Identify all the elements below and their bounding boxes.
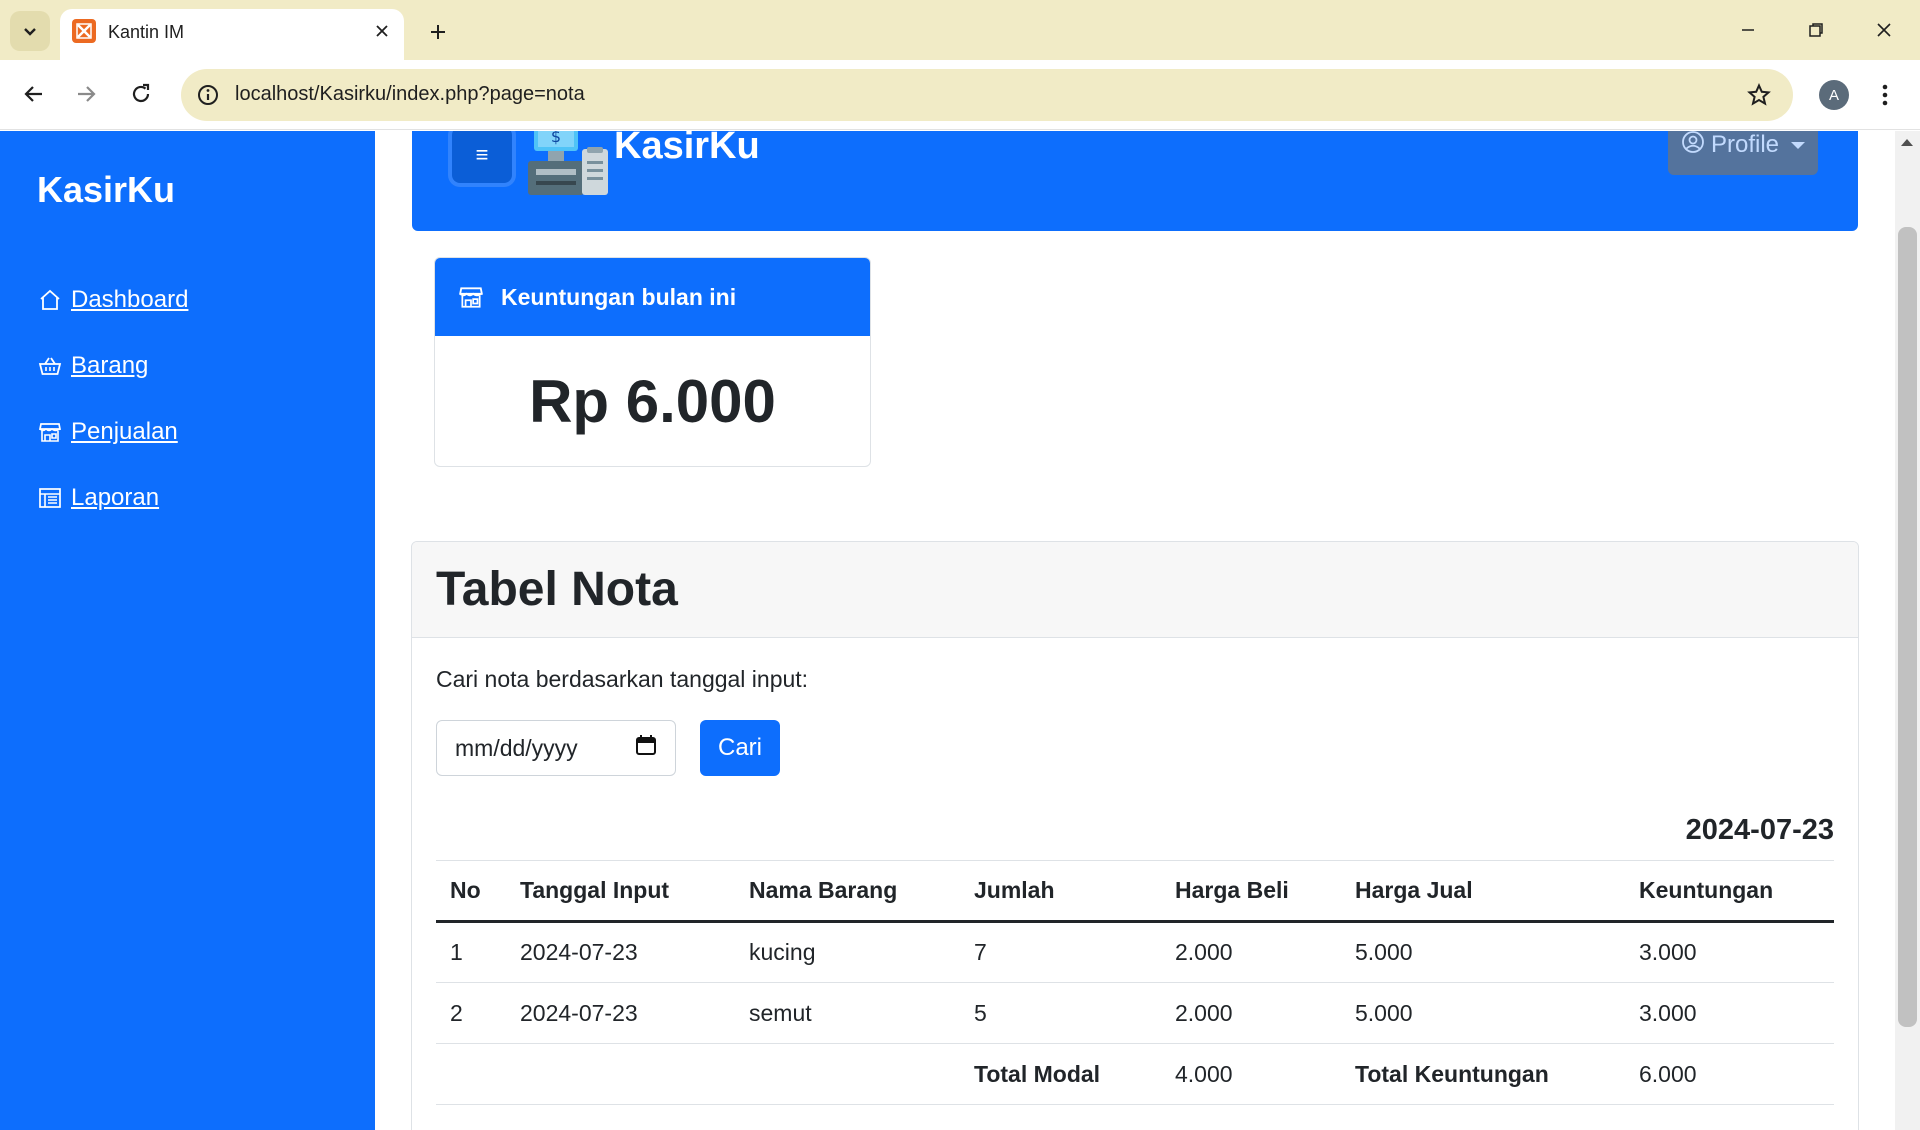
profit-card-header: Keuntungan bulan ini [435,258,870,336]
column-header: Harga Beli [1161,860,1341,923]
caret-down-icon [1791,141,1806,149]
table-cell: 2.000 [1161,921,1341,983]
top-navbar: ≡ $ KasirKu Profile [412,131,1858,231]
nota-card-title: Tabel Nota [412,542,1858,638]
column-header: Tanggal Input [506,860,735,923]
reload-icon[interactable] [123,76,159,112]
table-cell: 3.000 [1625,921,1834,983]
table-total-row: Total Modal 4.000 Total Keuntungan 6.000 [436,1043,1834,1105]
date-input-placeholder: mm/dd/yyyy [455,734,578,761]
scroll-up-arrow-icon[interactable] [1901,139,1913,146]
table-cell [506,1043,735,1105]
sidebar-item-label: Laporan [71,484,160,511]
sidebar-item-penjualan[interactable]: Penjualan [37,418,178,446]
date-search-label: Cari nota berdasarkan tanggal input: [436,666,809,692]
table-cell: 2 [436,982,506,1044]
column-header: Keuntungan [1625,860,1834,923]
table-cell [735,1043,960,1105]
selected-date-heading: 2024-07-23 [1685,814,1834,846]
home-icon [37,287,63,313]
tab-title: Kantin IM [108,22,185,42]
profile-dropdown-button[interactable]: Profile [1668,131,1818,175]
column-header: No [436,860,506,923]
sidebar-item-barang[interactable]: Barang [37,352,148,380]
table-header-row: No Tanggal Input Nama Barang Jumlah Harg… [436,860,1834,923]
forward-icon[interactable] [68,76,104,112]
profit-value: Rp 6.000 [529,367,776,435]
table-cell: 1 [436,921,506,983]
nota-table: No Tanggal Input Nama Barang Jumlah Harg… [436,860,1834,1105]
table-cell: semut [735,982,960,1044]
table-cell: 2024-07-23 [506,921,735,983]
table-row: 1 2024-07-23 kucing 7 2.000 5.000 3.000 [436,921,1834,983]
browser-profile-avatar[interactable]: A [1819,80,1849,110]
report-icon [37,485,63,511]
sidebar-item-dashboard[interactable]: Dashboard [37,286,188,314]
total-profit-value: 6.000 [1625,1043,1834,1105]
search-button[interactable]: Cari [700,720,780,776]
user-circle-icon [1681,131,1705,161]
basket-icon [37,353,63,379]
browser-tabstrip: Kantin IM [0,0,1920,60]
sidebar-toggle-button[interactable]: ≡ [452,131,512,183]
restore-icon[interactable] [1796,12,1836,48]
minimize-icon[interactable] [1728,12,1768,48]
address-bar[interactable]: localhost/Kasirku/index.php?page=nota [181,69,1793,121]
tab-close-icon[interactable] [368,17,396,45]
svg-text:$: $ [551,131,561,146]
page-viewport: KasirKu Dashboard Barang Penjualan Lapor… [0,131,1920,1130]
browser-tab[interactable]: Kantin IM [60,9,404,60]
table-cell: 5.000 [1341,982,1625,1044]
cashier-logo-icon: $ [520,131,612,197]
scrollbar-thumb[interactable] [1898,227,1917,1027]
monthly-profit-card: Keuntungan bulan ini Rp 6.000 [434,257,871,467]
sidebar: KasirKu Dashboard Barang Penjualan Lapor… [0,131,375,1130]
table-cell: 2024-07-23 [506,982,735,1044]
profit-card-title: Keuntungan bulan ini [501,283,737,310]
browser-toolbar: localhost/Kasirku/index.php?page=nota A [0,60,1920,130]
date-input[interactable]: mm/dd/yyyy [436,720,676,776]
total-modal-label: Total Modal [960,1043,1161,1105]
nota-card: Tabel Nota Cari nota berdasarkan tanggal… [411,541,1859,1130]
tab-search-dropdown-icon[interactable] [10,11,50,51]
table-cell: 3.000 [1625,982,1834,1044]
sidebar-item-label: Barang [71,352,149,379]
column-header: Nama Barang [735,860,960,923]
table-cell: 5.000 [1341,921,1625,983]
page-scrollbar[interactable] [1895,131,1920,1130]
column-header: Jumlah [960,860,1161,923]
table-cell: 2.000 [1161,982,1341,1044]
shop-icon [37,419,63,445]
topbar-title: KasirKu [614,131,760,167]
xampp-favicon-icon [72,19,96,43]
total-profit-label: Total Keuntungan [1341,1043,1625,1105]
sidebar-brand: KasirKu [37,169,176,210]
close-window-icon[interactable] [1864,12,1904,48]
table-cell: 5 [960,982,1161,1044]
sidebar-item-label: Dashboard [71,286,189,313]
url-text: localhost/Kasirku/index.php?page=nota [235,83,585,105]
calendar-icon[interactable] [635,734,657,762]
new-tab-icon[interactable] [420,14,456,50]
table-cell: kucing [735,921,960,983]
total-modal-value: 4.000 [1161,1043,1341,1105]
back-icon[interactable] [16,76,52,112]
sidebar-item-label: Penjualan [71,418,178,445]
table-row: 2 2024-07-23 semut 5 2.000 5.000 3.000 [436,982,1834,1044]
bookmark-star-icon[interactable] [1745,81,1773,109]
column-header: Harga Jual [1341,860,1625,923]
site-info-icon[interactable] [195,82,221,108]
table-cell: 7 [960,921,1161,983]
shop-icon [457,283,485,311]
profile-label: Profile [1710,131,1780,158]
table-cell [436,1043,506,1105]
browser-menu-icon[interactable] [1870,78,1900,112]
sidebar-item-laporan[interactable]: Laporan [37,484,159,512]
